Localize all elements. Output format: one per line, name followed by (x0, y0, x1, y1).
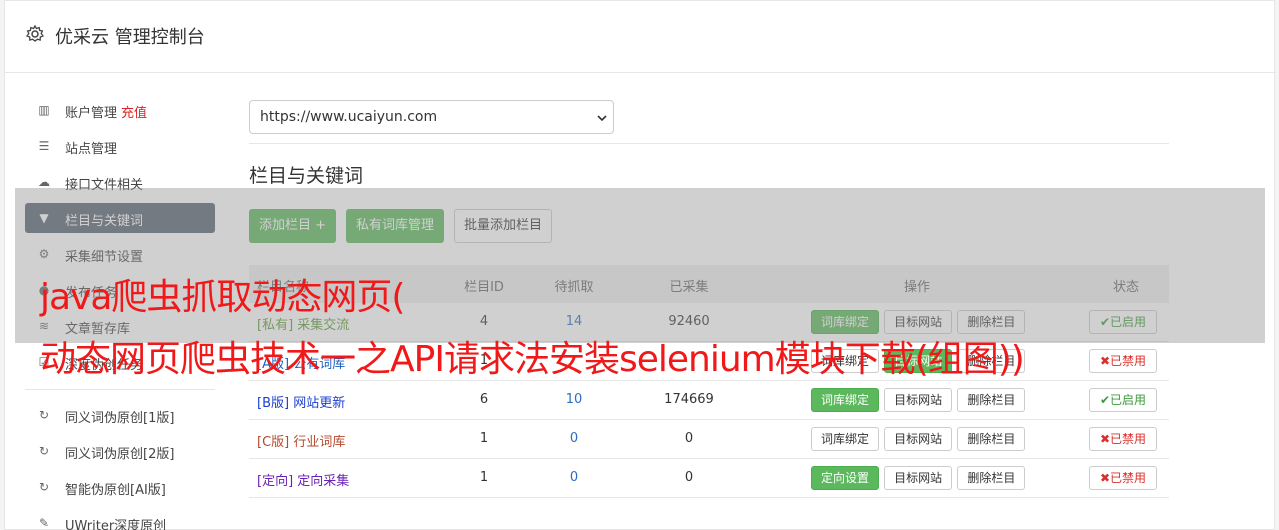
row-pending[interactable]: 0 (554, 470, 594, 485)
sidebar-item-ai-rewrite[interactable]: ↻ 智能伪原创[AI版] (25, 472, 215, 502)
overlay-title-line2: 动态网页爬虫技术一之API请求法安装selenium模块下载(组图)) (40, 339, 1025, 380)
site-select-value: https://www.ucaiyun.com (260, 109, 438, 125)
site-select[interactable]: https://www.ucaiyun.com (249, 100, 614, 134)
sidebar-item-synonym-2[interactable]: ↻ 同义词伪原创[2版] (25, 436, 215, 466)
bar-chart-icon: ▥ (38, 103, 50, 117)
sidebar-item-synonym-1[interactable]: ↻ 同义词伪原创[1版] (25, 400, 215, 430)
row-tag: [B版] (257, 396, 290, 411)
server-icon: ☰ (38, 139, 50, 153)
delete-column-button[interactable]: 删除栏目 (957, 427, 1026, 451)
row-collected: 0 (684, 431, 694, 446)
directed-settings-button[interactable]: 定向设置 (811, 466, 880, 490)
sidebar-divider (25, 389, 215, 390)
gear-icon (25, 24, 45, 42)
delete-column-button[interactable]: 删除栏目 (957, 388, 1026, 412)
sidebar-item-account[interactable]: ▥ 账户管理 充值 (25, 95, 215, 125)
table-row: [B版] 网站更新 6 10 174669 词库绑定 目标网站 删除栏目 ✔已启… (249, 381, 1169, 420)
row-tag: [C版] (257, 435, 290, 450)
table-row: [定向] 定向采集 1 0 0 定向设置 目标网站 删除栏目 ✖已禁用 (249, 459, 1169, 498)
row-pending[interactable]: 10 (554, 392, 594, 407)
status-badge[interactable]: ✖已禁用 (1089, 349, 1158, 373)
refresh-icon: ↻ (38, 408, 50, 422)
sidebar-item-label: 同义词伪原创[2版] (65, 447, 175, 462)
row-tag: [定向] (257, 474, 294, 489)
refresh-icon: ↻ (38, 444, 50, 458)
status-badge[interactable]: ✔已启用 (1089, 388, 1158, 412)
row-id: 1 (479, 470, 489, 485)
status-badge[interactable]: ✖已禁用 (1089, 427, 1158, 451)
divider (249, 143, 1169, 144)
row-name-link[interactable]: 行业词库 (293, 435, 345, 450)
row-name-link[interactable]: 定向采集 (297, 474, 349, 489)
sidebar-item-label: 账户管理 (65, 106, 118, 121)
bind-lib-button[interactable]: 词库绑定 (811, 427, 880, 451)
table-row: [C版] 行业词库 1 0 0 词库绑定 目标网站 删除栏目 ✖已禁用 (249, 420, 1169, 459)
row-name-link[interactable]: 网站更新 (293, 396, 345, 411)
row-collected: 174669 (664, 392, 714, 407)
page-title: 优采云 管理控制台 (55, 27, 205, 48)
sidebar-item-label: 智能伪原创[AI版] (65, 483, 166, 498)
status-badge[interactable]: ✖已禁用 (1089, 466, 1158, 490)
sidebar-item-label: 站点管理 (65, 142, 118, 157)
row-collected: 0 (684, 470, 694, 485)
target-site-button[interactable]: 目标网站 (884, 388, 953, 412)
overlay-title-line1: java爬虫抓取动态网页( (40, 277, 405, 318)
target-site-button[interactable]: 目标网站 (884, 466, 953, 490)
row-pending[interactable]: 0 (554, 431, 594, 446)
row-id: 6 (479, 392, 489, 407)
chevron-down-icon (597, 115, 607, 122)
edit-icon: ✎ (38, 516, 50, 530)
target-site-button[interactable]: 目标网站 (884, 427, 953, 451)
section-title: 栏目与关键词 (249, 165, 364, 187)
cloud-upload-icon: ☁ (38, 175, 50, 189)
sidebar-item-label: UWriter深度原创 (65, 519, 167, 530)
delete-column-button[interactable]: 删除栏目 (957, 466, 1026, 490)
sidebar-item-uwriter[interactable]: ✎ UWriter深度原创 (25, 508, 215, 530)
header: 优采云 管理控制台 (5, 1, 1276, 73)
recharge-link[interactable]: 充值 (121, 106, 147, 121)
row-id: 1 (479, 431, 489, 446)
bind-lib-button[interactable]: 词库绑定 (811, 388, 880, 412)
refresh-icon: ↻ (38, 480, 50, 494)
sidebar-item-sites[interactable]: ☰ 站点管理 (25, 131, 215, 161)
sidebar-item-label: 同义词伪原创[1版] (65, 411, 175, 426)
